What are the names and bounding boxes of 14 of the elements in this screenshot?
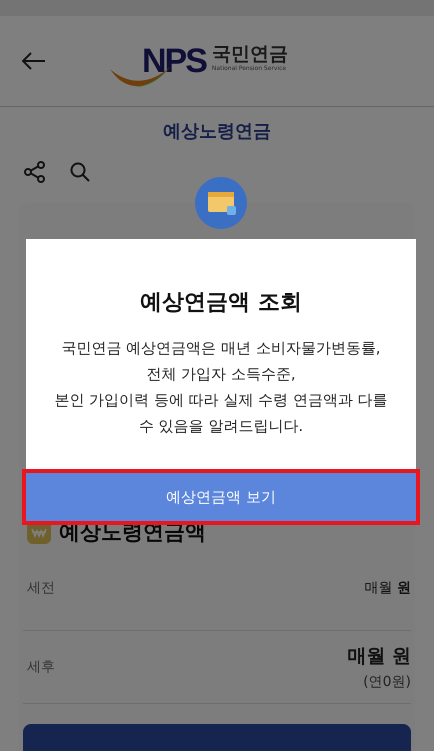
row-value: 매월 원 <box>347 644 411 669</box>
search-icon[interactable] <box>70 162 90 182</box>
view-pension-button[interactable]: 예상연금액 보기 <box>26 473 416 521</box>
row-value: 매월 원 <box>364 579 411 597</box>
logo-name: 국민연금 <box>212 43 288 65</box>
row-label: 세후 <box>27 658 55 676</box>
modal-title: 예상연금액 조회 <box>140 289 302 317</box>
share-icon[interactable] <box>24 161 46 183</box>
logo-mark: NPS <box>142 41 206 81</box>
modal-message: 국민연금 예상연금액은 매년 소비자물가변동률, 전체 가입자 소득수준, 본인 가입이력 등에 따라 실제 수령 연금액과 다를 수 있음을 알려드립니다. <box>53 338 389 437</box>
row-note: (연0원) <box>363 673 411 691</box>
page-title: 예상노령연금 <box>162 120 272 143</box>
back-arrow-icon[interactable] <box>22 52 46 70</box>
row-label: 세전 <box>27 579 55 597</box>
